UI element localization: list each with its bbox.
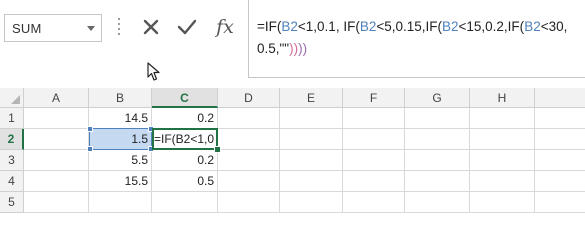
cell-d4[interactable] bbox=[218, 171, 280, 192]
cell-e1[interactable] bbox=[280, 108, 343, 129]
cell-f1[interactable] bbox=[343, 108, 405, 129]
cell-h2[interactable] bbox=[470, 129, 535, 150]
cell-c4[interactable]: 0.5 bbox=[152, 171, 218, 192]
cell-d2[interactable] bbox=[218, 129, 280, 150]
formula-segment: =IF( bbox=[257, 19, 282, 34]
insert-function-button[interactable]: fx bbox=[210, 12, 240, 42]
formula-segment: )) bbox=[289, 41, 299, 56]
mouse-cursor-icon bbox=[147, 62, 160, 81]
cell-d3[interactable] bbox=[218, 150, 280, 171]
formula-segment: <5,0.15,IF( bbox=[376, 19, 442, 34]
enter-button[interactable] bbox=[172, 12, 202, 42]
cell-a3[interactable] bbox=[24, 150, 89, 171]
cell-e4[interactable] bbox=[280, 171, 343, 192]
formula-segment: <30, bbox=[540, 19, 568, 34]
formula-segment: B2 bbox=[281, 19, 298, 34]
function-icon: fx bbox=[216, 16, 234, 38]
cancel-button[interactable] bbox=[136, 12, 166, 42]
select-all-button[interactable] bbox=[0, 88, 24, 108]
check-icon bbox=[177, 19, 197, 35]
cell-g4[interactable] bbox=[405, 171, 470, 192]
cell-h1[interactable] bbox=[470, 108, 535, 129]
cell-i1[interactable] bbox=[535, 108, 585, 129]
cell-c1[interactable]: 0.2 bbox=[152, 108, 218, 129]
column-header-i[interactable] bbox=[535, 88, 585, 108]
cell-i5[interactable] bbox=[535, 192, 585, 213]
formula-segment: <1,0.1, IF( bbox=[297, 19, 360, 34]
cell-f3[interactable] bbox=[343, 150, 405, 171]
row-header-1[interactable]: 1 bbox=[0, 108, 24, 129]
name-box-dropdown-icon[interactable] bbox=[87, 26, 95, 31]
formula-segment: <15,0.2,IF( bbox=[458, 19, 525, 34]
formula-segment: )) bbox=[298, 41, 308, 56]
cell-d1[interactable] bbox=[218, 108, 280, 129]
fill-handle[interactable] bbox=[214, 146, 221, 153]
cell-c5[interactable] bbox=[152, 192, 218, 213]
cell-f4[interactable] bbox=[343, 171, 405, 192]
formula-segment: B2 bbox=[359, 19, 377, 34]
row-header-4[interactable]: 4 bbox=[0, 171, 24, 192]
cell-i3[interactable] bbox=[535, 150, 585, 171]
drag-handle-icon[interactable] bbox=[118, 18, 121, 38]
formula-line-2: 0.5,"")))) bbox=[257, 41, 307, 56]
cell-g5[interactable] bbox=[405, 192, 470, 213]
cell-c3[interactable]: 0.2 bbox=[152, 150, 218, 171]
formula-segment: 0.5,"" bbox=[257, 41, 290, 56]
cell-a4[interactable] bbox=[24, 171, 89, 192]
row-header-5[interactable]: 5 bbox=[0, 192, 24, 213]
name-box-value: SUM bbox=[12, 21, 42, 36]
active-cell-border bbox=[152, 128, 218, 150]
formula-line-1: =IF(B2<1,0.1, IF(B2<5,0.15,IF(B2<15,0.2,… bbox=[257, 19, 567, 34]
cell-a1[interactable] bbox=[24, 108, 89, 129]
close-icon bbox=[143, 19, 159, 35]
cell-f5[interactable] bbox=[343, 192, 405, 213]
column-header-a[interactable]: A bbox=[24, 88, 89, 108]
cell-i4[interactable] bbox=[535, 171, 585, 192]
cell-b1[interactable]: 14.5 bbox=[89, 108, 152, 129]
row-header-2[interactable]: 2 bbox=[0, 129, 24, 150]
cell-e5[interactable] bbox=[280, 192, 343, 213]
column-header-g[interactable]: G bbox=[405, 88, 470, 108]
formula-segment: B2 bbox=[524, 19, 541, 34]
cell-e3[interactable] bbox=[280, 150, 343, 171]
cell-g3[interactable] bbox=[405, 150, 470, 171]
cell-b5[interactable] bbox=[89, 192, 152, 213]
column-header-c[interactable]: C bbox=[152, 88, 218, 108]
cell-h3[interactable] bbox=[470, 150, 535, 171]
spreadsheet-grid: ABCDEFGH 1 14.5 0.2 2 1.5 =IF(B2<1,0 3 5.5 0.2 4 1… bbox=[0, 88, 585, 213]
cell-g2[interactable] bbox=[405, 129, 470, 150]
cell-h5[interactable] bbox=[470, 192, 535, 213]
formula-input[interactable]: =IF(B2<1,0.1, IF(B2<5,0.15,IF(B2<15,0.2,… bbox=[248, 0, 585, 78]
column-header-d[interactable]: D bbox=[218, 88, 280, 108]
cell-e2[interactable] bbox=[280, 129, 343, 150]
cell-g1[interactable] bbox=[405, 108, 470, 129]
row-header-3[interactable]: 3 bbox=[0, 150, 24, 171]
cell-b3[interactable]: 5.5 bbox=[89, 150, 152, 171]
cell-a2[interactable] bbox=[24, 129, 89, 150]
name-box[interactable]: SUM bbox=[4, 14, 102, 42]
cell-f2[interactable] bbox=[343, 129, 405, 150]
referenced-cell-border bbox=[87, 126, 154, 152]
column-header-f[interactable]: F bbox=[343, 88, 405, 108]
formula-bar-area: SUM fx =IF(B2<1,0.1, IF(B2<5,0.15,IF(B2<… bbox=[0, 0, 585, 85]
column-header-e[interactable]: E bbox=[280, 88, 343, 108]
cell-d5[interactable] bbox=[218, 192, 280, 213]
formula-segment: B2 bbox=[442, 19, 459, 34]
column-header-h[interactable]: H bbox=[470, 88, 535, 108]
cell-b4[interactable]: 15.5 bbox=[89, 171, 152, 192]
column-header-b[interactable]: B bbox=[89, 88, 152, 108]
cell-i2[interactable] bbox=[535, 129, 585, 150]
cell-a5[interactable] bbox=[24, 192, 89, 213]
cell-h4[interactable] bbox=[470, 171, 535, 192]
